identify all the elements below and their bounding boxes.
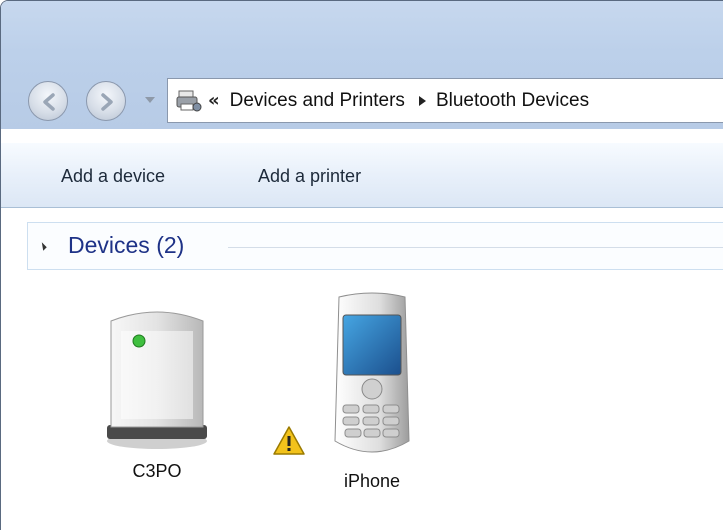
window: « Devices and Printers Bluetooth Devices… — [0, 0, 723, 530]
add-printer-button[interactable]: Add a printer — [258, 166, 361, 187]
group-title: Devices (2) — [68, 232, 185, 258]
device-iphone[interactable]: iPhone — [317, 291, 427, 492]
title-bar: « Devices and Printers Bluetooth Devices — [1, 1, 723, 129]
address-bar[interactable]: « Devices and Printers Bluetooth Devices — [167, 78, 723, 123]
mobile-phone-icon — [334, 292, 410, 453]
command-bar: Add a device Add a printer — [1, 142, 723, 208]
recent-pages-dropdown[interactable] — [145, 97, 155, 103]
arrow-right-icon — [101, 93, 113, 111]
warning-icon — [273, 426, 305, 455]
device-label: C3PO — [132, 461, 182, 481]
collapse-triangle-icon[interactable] — [38, 242, 47, 251]
group-divider — [228, 247, 723, 248]
device-label: iPhone — [343, 471, 401, 491]
back-button[interactable] — [28, 81, 68, 121]
breadcrumb-overflow-icon[interactable]: « — [208, 90, 220, 111]
arrow-left-icon — [43, 93, 55, 111]
breadcrumb-bluetooth-devices[interactable]: Bluetooth Devices — [436, 90, 589, 112]
bluetooth-adapter-icon — [107, 311, 207, 449]
device-c3po[interactable]: C3PO — [97, 301, 217, 482]
forward-button[interactable] — [86, 81, 126, 121]
breadcrumb-separator-icon[interactable] — [418, 95, 426, 106]
group-header[interactable]: Devices (2) — [27, 222, 723, 270]
devices-printers-icon — [176, 90, 202, 111]
breadcrumb-devices-and-printers[interactable]: Devices and Printers — [230, 90, 405, 112]
add-device-button[interactable]: Add a device — [61, 166, 165, 187]
